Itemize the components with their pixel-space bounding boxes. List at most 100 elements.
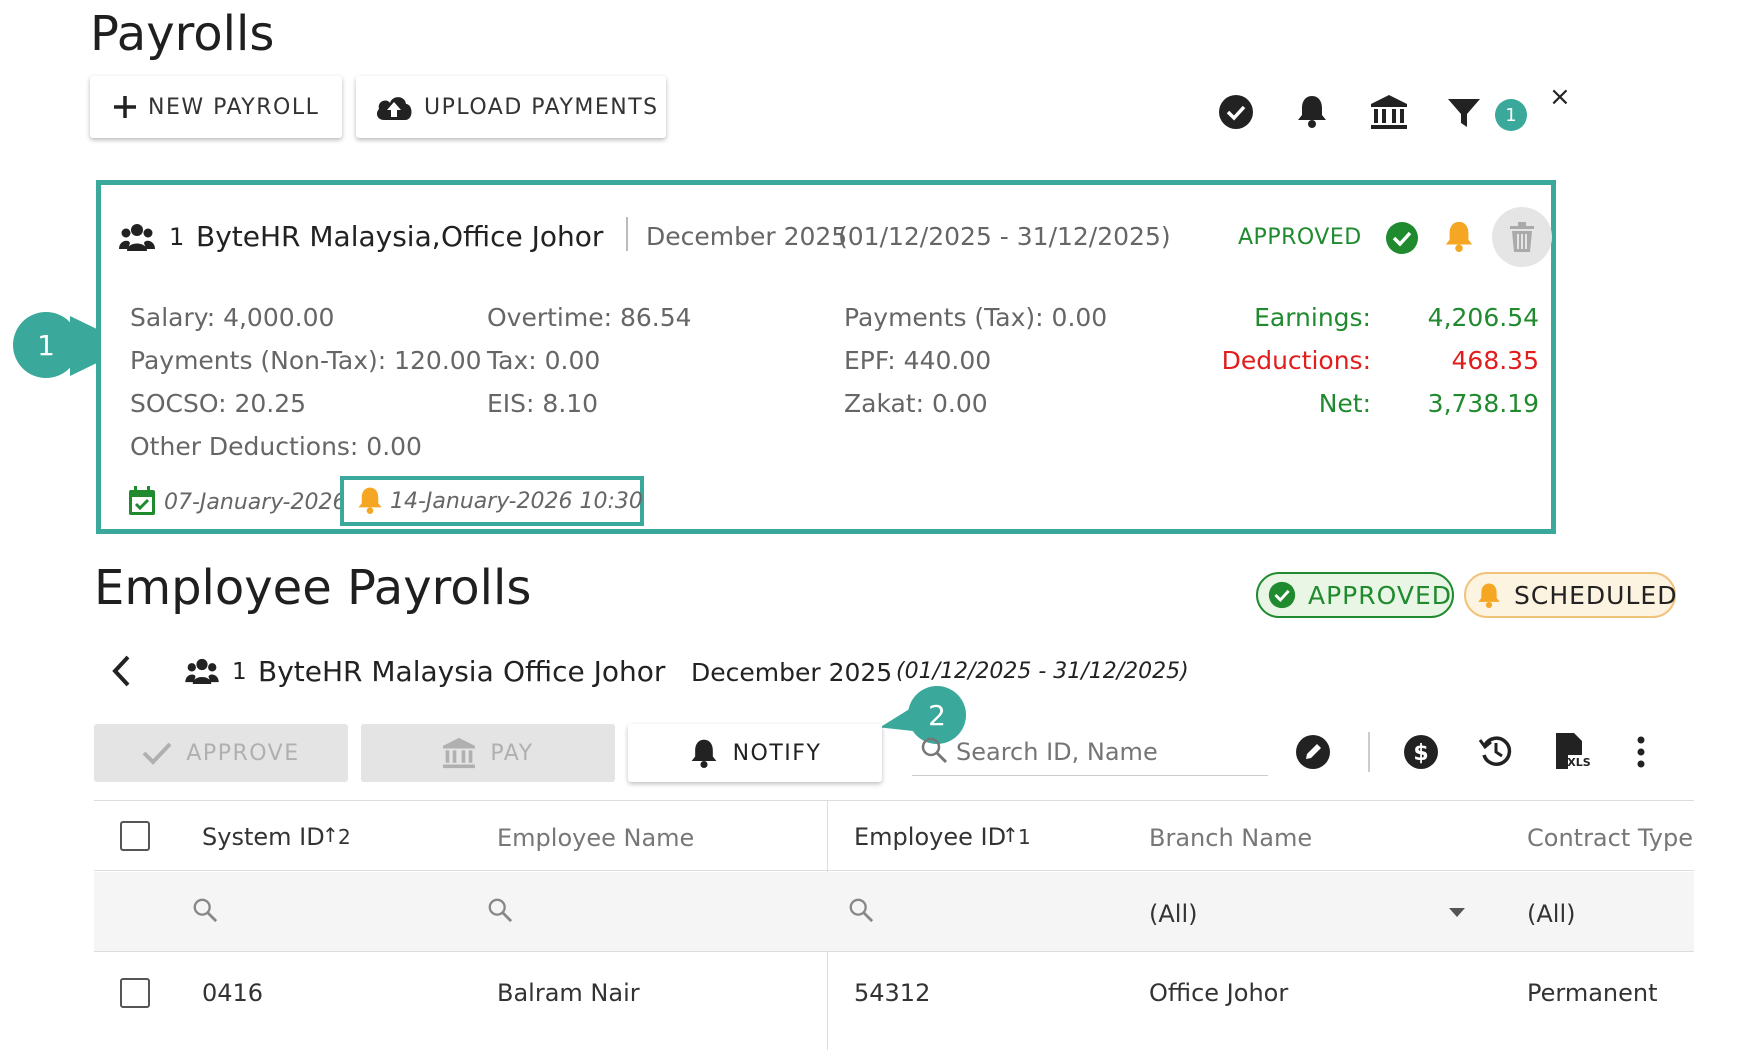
svg-text:XLS: XLS	[1567, 756, 1590, 769]
header-employee-name[interactable]: Employee Name	[497, 824, 694, 852]
header-contract-type[interactable]: Contract Type	[1527, 824, 1693, 852]
scheduled-badge-label: SCHEDULED	[1514, 580, 1678, 610]
bell-notify-icon[interactable]	[1443, 219, 1475, 253]
overtime-value: Overtime: 86.54	[487, 303, 692, 332]
branch-name: Office Johor	[441, 220, 604, 253]
breadcrumb-period: December 2025	[691, 658, 893, 687]
payments-non-tax-value: Payments (Non-Tax): 120.00	[130, 346, 482, 375]
branch-filter-value: (All)	[1149, 900, 1198, 928]
sort-order-employee-id: 1	[1018, 825, 1031, 849]
cell-contract-type: Permanent	[1527, 979, 1658, 1007]
branch-filter-select[interactable]: (All)	[1149, 890, 1489, 934]
edit-icon[interactable]	[1296, 735, 1330, 769]
new-payroll-button[interactable]: NEW PAYROLL	[90, 76, 342, 138]
check-icon	[142, 741, 172, 765]
pay-button[interactable]: PAY	[361, 724, 615, 782]
cell-employee-id: 54312	[854, 979, 931, 1007]
payroll-period: December 2025	[646, 222, 848, 251]
bank-icon[interactable]	[1370, 94, 1408, 130]
pay-date: 07-January-2026	[164, 490, 347, 515]
search-icon[interactable]	[487, 897, 513, 923]
earnings-label: Earnings:	[1254, 303, 1371, 332]
cell-system-id: 0416	[202, 979, 264, 1007]
search-input[interactable]	[954, 734, 1254, 770]
users-icon	[119, 223, 155, 251]
delete-button[interactable]	[1492, 207, 1552, 267]
header-system-id[interactable]: System ID	[202, 823, 325, 851]
approve-label: APPROVE	[186, 740, 300, 766]
deductions-value: 468.35	[1451, 346, 1539, 375]
approve-button[interactable]: APPROVE	[94, 724, 348, 782]
svg-text:$: $	[1413, 741, 1428, 766]
breadcrumb-period-range: (01/12/2025 - 31/12/2025)	[896, 659, 1189, 684]
deductions-label: Deductions:	[1221, 346, 1371, 375]
approved-badge-label: APPROVED	[1308, 580, 1453, 610]
divider	[626, 217, 628, 251]
select-all-checkbox[interactable]	[120, 821, 150, 851]
approved-check-icon	[1385, 221, 1419, 255]
export-xls-icon[interactable]: XLS	[1554, 731, 1590, 771]
breadcrumb-employee-count: 1	[232, 659, 247, 685]
upload-payments-label: UPLOAD PAYMENTS	[424, 94, 659, 120]
net-value: 3,738.19	[1427, 389, 1539, 418]
eis-value: EIS: 8.10	[487, 389, 599, 418]
bell-icon	[689, 737, 719, 769]
notify-button[interactable]: NOTIFY	[628, 724, 882, 782]
cell-branch-name: Office Johor	[1149, 979, 1289, 1007]
sort-asc-icon: ↑	[322, 823, 339, 847]
check-circle-icon[interactable]	[1219, 95, 1253, 129]
close-icon[interactable]: ×	[1549, 82, 1571, 112]
socso-value: SOCSO: 20.25	[130, 389, 307, 418]
status-label: APPROVED	[1238, 225, 1362, 250]
toolbar-divider	[1368, 732, 1370, 772]
header-employee-id[interactable]: Employee ID	[854, 823, 1006, 851]
header-branch-name[interactable]: Branch Name	[1149, 824, 1312, 852]
table-row[interactable]: 0416 Balram Nair 54312 Office Johor Perm…	[94, 953, 1694, 1033]
row-checkbox[interactable]	[120, 978, 150, 1008]
search-icon[interactable]	[192, 897, 218, 923]
trash-icon	[1510, 222, 1534, 252]
more-vertical-icon[interactable]	[1636, 736, 1646, 768]
upload-payments-button[interactable]: UPLOAD PAYMENTS	[356, 76, 666, 138]
callout-1: 1	[13, 312, 79, 378]
new-payroll-label: NEW PAYROLL	[148, 94, 320, 120]
net-label: Net:	[1318, 389, 1371, 418]
history-icon[interactable]	[1478, 733, 1514, 769]
scheduled-badge[interactable]: SCHEDULED	[1464, 572, 1676, 618]
plus-icon	[112, 94, 138, 120]
bell-icon[interactable]	[1295, 93, 1329, 129]
tax-value: Tax: 0.00	[487, 346, 601, 375]
other-deductions-value: Other Deductions: 0.00	[130, 432, 422, 461]
contract-filter-value[interactable]: (All)	[1527, 900, 1575, 928]
bank-icon	[442, 737, 476, 769]
approved-badge-icon	[1268, 581, 1296, 609]
back-chevron-icon[interactable]	[110, 654, 132, 688]
company-name: ByteHR Malaysia,	[196, 220, 441, 253]
notify-datetime: 14-January-2026 10:30	[390, 489, 643, 514]
table-header-row: System ID ↑ 2 Employee Name Employee ID …	[94, 801, 1694, 1050]
search-icon[interactable]	[848, 897, 874, 923]
search-field[interactable]	[912, 728, 1268, 776]
employee-payrolls-title: Employee Payrolls	[94, 560, 532, 616]
payroll-period-range: (01/12/2025 - 31/12/2025)	[838, 222, 1171, 251]
cell-employee-name: Balram Nair	[497, 979, 640, 1007]
payroll-summary-card[interactable]: 1 ByteHR Malaysia, Office Johor December…	[96, 180, 1556, 534]
search-icon	[920, 736, 948, 764]
scheduled-badge-icon	[1476, 581, 1502, 609]
cloud-upload-icon	[374, 92, 414, 122]
earnings-value: 4,206.54	[1427, 303, 1539, 332]
approved-badge[interactable]: APPROVED	[1256, 572, 1454, 618]
users-icon	[185, 658, 219, 684]
filter-icon[interactable]	[1447, 97, 1481, 129]
epf-value: EPF: 440.00	[844, 346, 992, 375]
pay-label: PAY	[490, 740, 534, 766]
employee-table: System ID ↑ 2 Employee Name Employee ID …	[94, 800, 1694, 1050]
calendar-check-icon	[128, 486, 156, 516]
table-filter-row: (All) (All)	[94, 872, 1694, 952]
dollar-icon[interactable]: $	[1404, 735, 1438, 769]
zakat-value: Zakat: 0.00	[844, 389, 988, 418]
page-title: Payrolls	[90, 6, 275, 62]
salary-value: Salary: 4,000.00	[130, 303, 335, 332]
filter-count-badge: 1	[1495, 99, 1527, 131]
notify-label: NOTIFY	[732, 740, 822, 766]
